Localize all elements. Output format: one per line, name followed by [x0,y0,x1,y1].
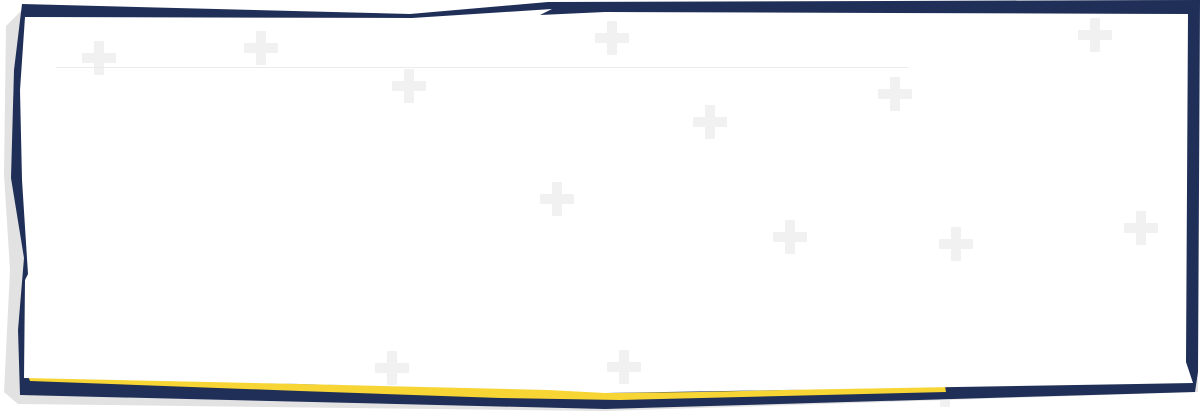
panel-frame [4,0,1200,411]
panel-surface [20,9,1193,393]
